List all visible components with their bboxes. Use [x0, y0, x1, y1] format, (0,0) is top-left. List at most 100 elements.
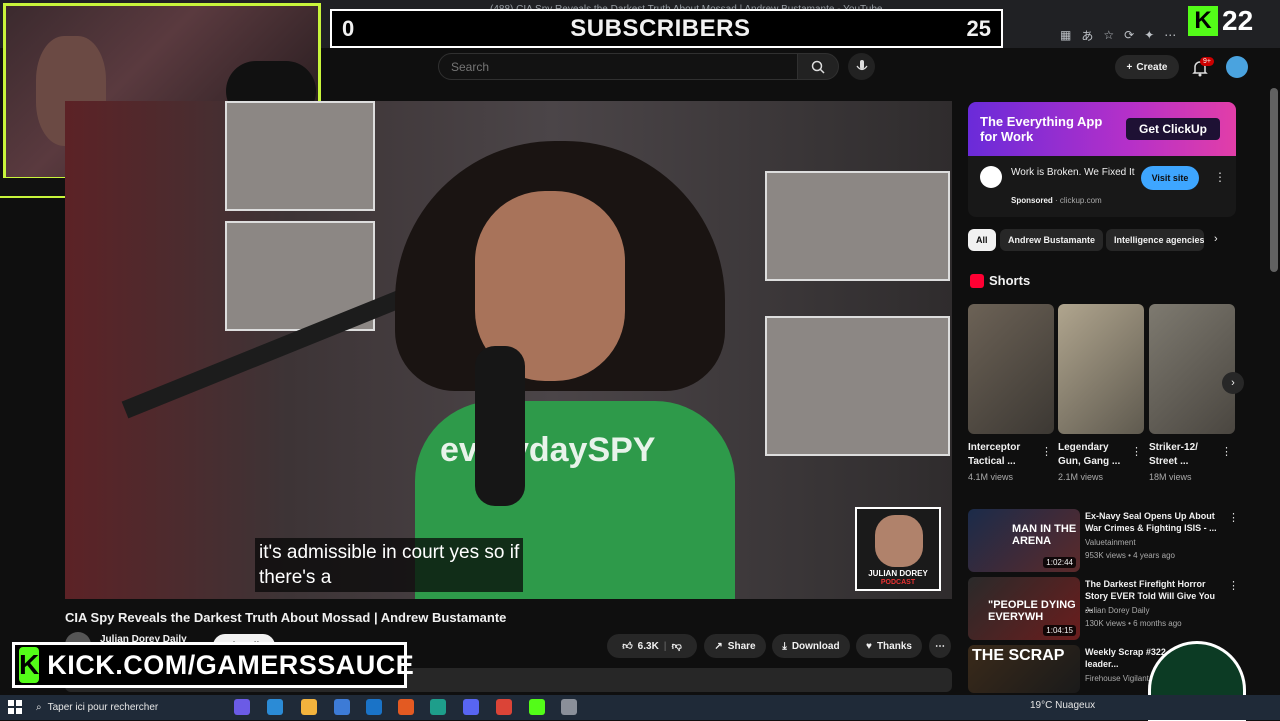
short-views: 2.1M views	[1058, 472, 1104, 482]
search-button[interactable]	[797, 53, 839, 80]
sponsored-ad[interactable]: The Everything App for Work Get ClickUp …	[968, 102, 1236, 217]
file-explorer-icon[interactable]	[301, 699, 317, 715]
short-views: 18M views	[1149, 472, 1192, 482]
translate-icon[interactable]: あ	[1081, 27, 1093, 44]
short-views: 4.1M views	[968, 472, 1014, 482]
shorts-icon	[970, 274, 984, 288]
short-title[interactable]: Striker-12/ Street ...	[1149, 441, 1219, 469]
host-face	[875, 515, 923, 567]
app-icon[interactable]	[561, 699, 577, 715]
windows-start-icon[interactable]	[8, 700, 22, 714]
download-icon: ⤓	[782, 640, 787, 652]
short-thumbnail[interactable]	[1058, 304, 1144, 434]
share-button[interactable]: ↗ Share	[704, 634, 766, 658]
kebab-menu-icon[interactable]: ⋮	[1228, 511, 1239, 524]
outlook-app-icon[interactable]	[366, 699, 382, 715]
create-button[interactable]: + Create	[1115, 55, 1179, 79]
kick-logo-icon: K	[19, 647, 40, 683]
kebab-menu-icon[interactable]: ⋮	[1228, 579, 1239, 592]
brave-app-icon[interactable]	[398, 699, 414, 715]
divider: |	[663, 640, 667, 652]
download-button[interactable]: ⤓ Download	[772, 634, 850, 658]
shirt-text: everydaySPY	[440, 431, 656, 469]
ad-headline: The Everything App for Work	[980, 114, 1103, 144]
related-title[interactable]: Ex-Navy Seal Opens Up About War Crimes &…	[1085, 510, 1220, 534]
video-caption: it's admissible in court yes so if there…	[255, 538, 524, 592]
copilot-app-icon[interactable]	[234, 699, 250, 715]
like-count: 6.3K	[637, 640, 659, 652]
sponsored-label: Sponsored	[1011, 196, 1053, 205]
chrome-app-icon[interactable]	[496, 699, 512, 715]
chevron-right-icon[interactable]: ›	[1214, 233, 1218, 245]
more-icon[interactable]: ⋯	[1164, 28, 1176, 42]
kick-url-text: KICK.COM/GAMERSSAUCE	[47, 649, 415, 680]
video-duration: 1:04:15	[1043, 625, 1076, 636]
related-thumbnail[interactable]: THE SCRAP	[968, 645, 1080, 693]
thumbnail-text: MAN IN THE ARENA	[1012, 523, 1077, 547]
related-thumbnail[interactable]: MAN IN THE ARENA 1:02:44	[968, 509, 1080, 572]
thanks-icon: ♥	[866, 640, 872, 652]
visit-site-button[interactable]: Visit site	[1141, 166, 1199, 190]
ad-domain: clickup.com	[1059, 196, 1102, 205]
store-app-icon[interactable]	[334, 699, 350, 715]
thanks-button[interactable]: ♥ Thanks	[856, 634, 922, 658]
app-icon[interactable]	[430, 699, 446, 715]
badge-subtitle: PODCAST	[880, 579, 916, 586]
chip-andrew-bustamante[interactable]: Andrew Bustamante	[1000, 229, 1104, 251]
kick-logo-icon: K	[1188, 6, 1218, 36]
weather-widget[interactable]: 19°C Nuageux	[1030, 700, 1095, 711]
like-button[interactable]: 👍︎ 6.3K | 👎︎	[607, 634, 697, 658]
kick-app-icon[interactable]	[529, 699, 545, 715]
related-channel[interactable]: Firehouse Vigilant	[1085, 674, 1149, 683]
thumbs-up-icon: 👍︎	[622, 641, 633, 652]
podcast-badge: JULIAN DOREY PODCAST	[855, 507, 941, 591]
video-player[interactable]: everydaySPY it's admissible in court yes…	[65, 101, 952, 599]
podcast-microphone	[475, 346, 525, 506]
short-title[interactable]: Interceptor Tactical ...	[968, 441, 1038, 469]
taskbar-search[interactable]: ⌕ Taper ici pour rechercher	[36, 697, 158, 717]
thumbnail-text: "PEOPLE DYING EVERYWH	[988, 599, 1076, 623]
search-icon	[811, 60, 825, 74]
kebab-menu-icon[interactable]: ⋮	[1214, 170, 1226, 184]
wall-poster	[765, 171, 950, 281]
shorts-next-button[interactable]: ›	[1222, 372, 1244, 394]
video-title: CIA Spy Reveals the Darkest Truth About …	[65, 610, 507, 625]
short-thumbnail[interactable]	[1149, 304, 1235, 434]
thumbs-down-icon[interactable]: 👎︎	[672, 640, 682, 652]
voice-search-button[interactable]	[848, 53, 875, 80]
related-channel[interactable]: Valuetainment	[1085, 538, 1136, 547]
kebab-menu-icon[interactable]: ⋮	[1221, 445, 1232, 458]
more-actions-button[interactable]: ⋯	[929, 634, 951, 658]
short-title[interactable]: Legendary Gun, Gang ...	[1058, 441, 1128, 469]
download-label: Download	[791, 640, 840, 652]
scrollbar[interactable]	[1270, 88, 1278, 272]
chip-all[interactable]: All	[968, 229, 996, 251]
kebab-menu-icon[interactable]: ⋮	[1041, 445, 1052, 458]
related-thumbnail[interactable]: "PEOPLE DYING EVERYWH 1:04:15	[968, 577, 1080, 640]
kebab-menu-icon[interactable]: ⋮	[1131, 445, 1142, 458]
ad-sponsor-line: Sponsored · clickup.com	[1011, 196, 1102, 205]
wall-poster	[225, 101, 375, 211]
account-avatar[interactable]	[1226, 56, 1248, 78]
plus-icon: +	[1126, 61, 1133, 73]
advertiser-logo	[980, 166, 1002, 188]
grid-icon[interactable]: ▦	[1060, 28, 1071, 42]
subs-label: SUBSCRIBERS	[570, 14, 751, 42]
refresh-icon[interactable]: ⟳	[1124, 28, 1134, 42]
related-meta: 130K views • 6 months ago	[1085, 619, 1182, 628]
video-duration: 1:02:44	[1043, 557, 1076, 568]
kick-viewer-count: K 22	[1188, 4, 1268, 38]
wall-poster	[765, 316, 950, 456]
thumbnail-text: THE SCRAP	[972, 647, 1065, 664]
chip-intelligence-agencies[interactable]: Intelligence agencies	[1106, 229, 1204, 251]
edge-app-icon[interactable]	[267, 699, 283, 715]
related-channel[interactable]: Julian Dorey Daily	[1085, 606, 1149, 615]
discord-app-icon[interactable]	[463, 699, 479, 715]
search-input[interactable]	[438, 53, 798, 80]
short-thumbnail[interactable]	[968, 304, 1054, 434]
ad-cta-button[interactable]: Get ClickUp	[1126, 118, 1220, 140]
badge-title: JULIAN DOREY	[868, 569, 928, 578]
subs-current: 0	[342, 15, 355, 41]
star-icon[interactable]: ☆	[1103, 28, 1114, 42]
puzzle-icon[interactable]: ✦	[1144, 28, 1154, 42]
